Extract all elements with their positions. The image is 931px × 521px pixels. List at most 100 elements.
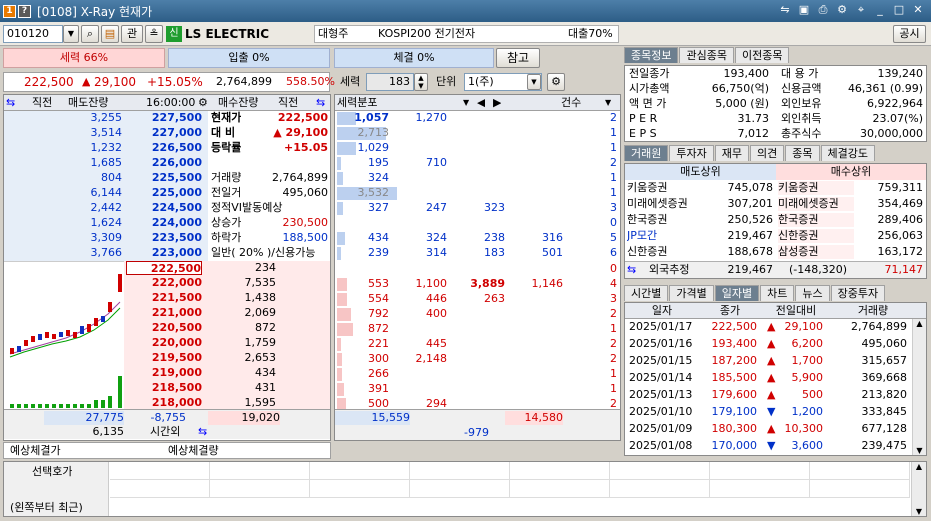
bid-price[interactable]: 218,500 (126, 381, 202, 395)
bid-price[interactable]: 222,000 (126, 276, 202, 290)
bid-price[interactable]: 221,000 (126, 306, 202, 320)
daily-tab[interactable]: 장중투자 (830, 285, 886, 301)
minimize-icon[interactable]: _ (873, 3, 887, 17)
quote-cell[interactable] (610, 480, 710, 498)
folder-icon[interactable]: ▤ (101, 25, 119, 43)
broker-buy-name[interactable]: 신한증권 (778, 229, 854, 243)
maximize-icon[interactable]: □ (892, 3, 906, 17)
bid-price[interactable]: 222,500 (126, 261, 202, 275)
broker-tab[interactable]: 재무 (714, 145, 749, 161)
quote-cell[interactable] (810, 480, 910, 498)
pin-icon[interactable]: ⌖ (854, 3, 868, 17)
swap-icon[interactable]: ⇆ (627, 263, 636, 277)
notice-button[interactable]: 공시 (893, 25, 926, 43)
dist-bid-total: 14,580 (505, 411, 563, 425)
settings-icon[interactable]: ⚙ (547, 73, 565, 91)
stock-tab[interactable]: 종목정보 (624, 47, 679, 63)
gwan-button[interactable]: 관 (121, 25, 143, 43)
help-badge[interactable]: ? (18, 4, 31, 18)
quote-cell[interactable] (310, 462, 410, 480)
broker-sell-name[interactable]: 한국증권 (627, 213, 703, 227)
bid-price[interactable]: 219,500 (126, 351, 202, 365)
bid-price[interactable]: 221,500 (126, 291, 202, 305)
quote-cell[interactable] (610, 462, 710, 480)
stepper-icon[interactable]: ▲ ▼ (414, 73, 428, 91)
broker-sell-name[interactable]: 미래에셋증권 (627, 197, 703, 211)
close-icon[interactable]: ✕ (911, 3, 925, 17)
ask-price[interactable]: 224,500 (126, 201, 202, 215)
ask-price[interactable]: 227,500 (126, 111, 202, 125)
quote-cell[interactable] (210, 480, 310, 498)
daily-tab[interactable]: 차트 (760, 285, 795, 301)
broker-tab[interactable]: 체결강도 (820, 145, 875, 161)
swap-icon[interactable]: ⇆ (316, 96, 325, 110)
swap-icon[interactable]: ⇆ (6, 96, 15, 110)
stock-tab[interactable]: 관심종목 (679, 47, 734, 63)
gear-icon[interactable]: ⚙ (198, 96, 208, 110)
bid-price[interactable]: 218,000 (126, 396, 202, 410)
broker-tab[interactable]: 종목 (785, 145, 820, 161)
save-icon[interactable]: ▣ (797, 3, 811, 17)
quote-cell[interactable] (810, 462, 910, 480)
quote-cell[interactable] (510, 462, 610, 480)
ask-price[interactable]: 225,500 (126, 171, 202, 185)
reference-button[interactable]: 참고 (496, 48, 540, 68)
ask-price[interactable]: 223,500 (126, 231, 202, 245)
ask-price[interactable]: 226,500 (126, 141, 202, 155)
window-number-badge: 1 (3, 4, 16, 18)
broker-sell-name[interactable]: 키움증권 (627, 181, 703, 195)
broker-tab[interactable]: 의견 (750, 145, 785, 161)
quote-cell[interactable] (710, 462, 810, 480)
sort-icon[interactable]: ≗ (145, 25, 163, 43)
gear-icon[interactable]: ⚙ (835, 3, 849, 17)
force-value-input[interactable]: 183 (366, 73, 414, 91)
daily-scrollbar[interactable]: ▲ ▼ (912, 319, 926, 455)
ask-price[interactable]: 226,000 (126, 156, 202, 170)
quote-cell[interactable] (410, 462, 510, 480)
bid-price[interactable]: 219,000 (126, 366, 202, 380)
chevron-down-icon[interactable]: ▼ (605, 96, 611, 110)
print-icon[interactable]: ⎙ (816, 3, 830, 17)
scroll-up-icon[interactable]: ▲ (912, 462, 926, 471)
ask-price[interactable]: 227,000 (126, 126, 202, 140)
broker-buy-name[interactable]: 삼성증권 (778, 245, 854, 259)
next-icon[interactable]: ▶ (493, 96, 501, 110)
bid-price[interactable]: 220,500 (126, 321, 202, 335)
scroll-up-icon[interactable]: ▲ (913, 319, 926, 328)
bottom-scrollbar[interactable]: ▲ ▼ (911, 462, 926, 516)
prev-icon[interactable]: ◀ (477, 96, 485, 110)
bid-price[interactable]: 220,000 (126, 336, 202, 350)
quote-cell[interactable] (210, 462, 310, 480)
daily-tab[interactable]: 시간별 (624, 285, 669, 301)
quote-cell[interactable] (310, 480, 410, 498)
daily-tab[interactable]: 일자별 (714, 285, 760, 301)
ask-price[interactable]: 225,000 (126, 186, 202, 200)
quote-cell[interactable] (710, 480, 810, 498)
quote-cell[interactable] (110, 480, 210, 498)
ask-price[interactable]: 223,000 (126, 246, 202, 260)
quote-cell[interactable] (110, 462, 210, 480)
ask-price[interactable]: 224,000 (126, 216, 202, 230)
broker-buy-name[interactable]: 미래에셋증권 (778, 197, 854, 211)
scroll-down-icon[interactable]: ▼ (912, 507, 926, 516)
broker-tab[interactable]: 투자자 (669, 145, 714, 161)
stock-code-input[interactable]: 010120 (3, 25, 63, 43)
scroll-down-icon[interactable]: ▼ (913, 446, 926, 455)
candle (38, 334, 42, 340)
stock-tab[interactable]: 이전종목 (734, 47, 790, 63)
chevron-down-icon[interactable]: ▼ (463, 96, 469, 110)
link-icon[interactable]: ⇋ (778, 3, 792, 17)
daily-tab[interactable]: 뉴스 (795, 285, 830, 301)
swap-icon[interactable]: ⇆ (198, 425, 207, 439)
quote-cell[interactable] (510, 480, 610, 498)
broker-buy-name[interactable]: 한국증권 (778, 213, 854, 227)
quote-cell[interactable] (410, 480, 510, 498)
search-icon[interactable]: ⌕ (81, 25, 99, 43)
code-dropdown-button[interactable]: ▼ (63, 25, 79, 43)
broker-buy-name[interactable]: 키움증권 (778, 181, 854, 195)
daily-tab[interactable]: 가격별 (669, 285, 714, 301)
chevron-down-icon[interactable]: ▼ (527, 74, 541, 90)
broker-sell-name[interactable]: 신한증권 (627, 245, 703, 259)
broker-tab[interactable]: 거래원 (624, 145, 669, 161)
broker-sell-name[interactable]: JP모간 (627, 229, 703, 243)
